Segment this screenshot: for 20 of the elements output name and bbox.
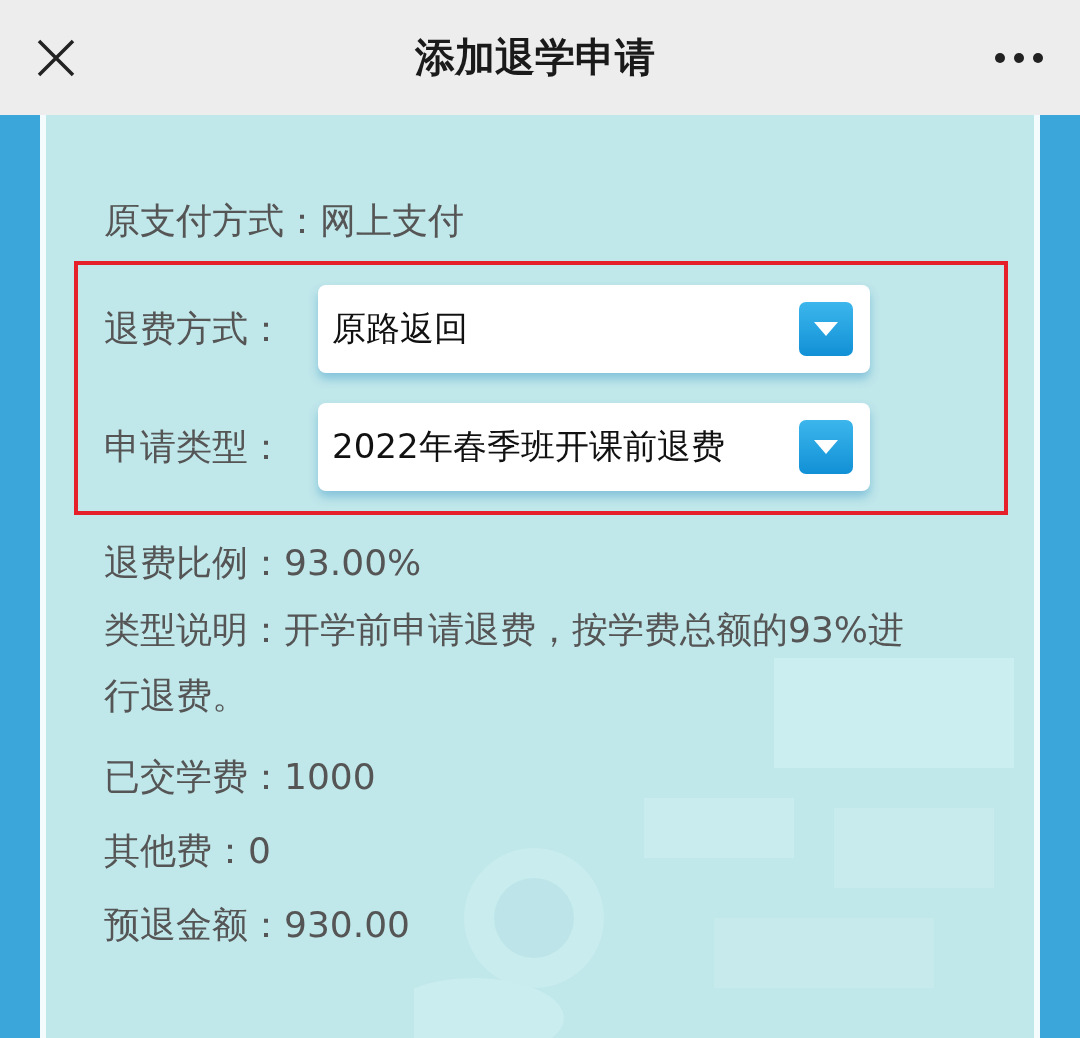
field-label: 预退金额：	[104, 903, 284, 947]
field-label: 申请类型：	[104, 424, 285, 469]
field-value: 930.00	[284, 903, 410, 947]
dropdown-field[interactable]: 2022年春季班开课前退费	[318, 403, 870, 491]
field-label: 退费方式：	[104, 306, 285, 351]
field-label: 其他费：	[104, 829, 248, 873]
field-value: 1000	[284, 755, 376, 799]
field-label: 退费比例：	[104, 541, 284, 585]
more-icon	[994, 51, 1044, 64]
field-value: 网上支付	[320, 199, 464, 243]
dropdown-field[interactable]: 原路返回	[318, 285, 870, 373]
field-label: 原支付方式：	[104, 199, 320, 243]
close-icon	[36, 37, 76, 78]
type-description: 类型说明：开学前申请退费，按学费总额的93%进行退费。	[104, 608, 904, 718]
more-button[interactable]	[994, 51, 1044, 64]
field-label: 已交学费：	[104, 755, 284, 799]
field-value: 93.00%	[284, 541, 422, 585]
page-title: 添加退学申请	[415, 33, 655, 82]
field-value: 0	[248, 829, 271, 873]
close-button[interactable]	[36, 37, 76, 78]
